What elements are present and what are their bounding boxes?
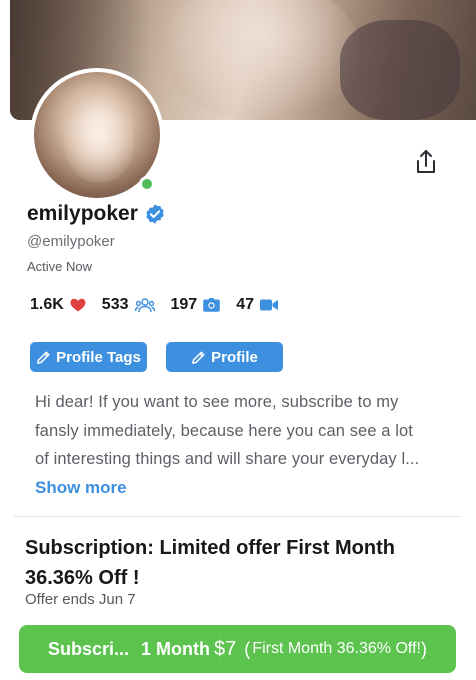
bio-line: of interesting things and will share you… bbox=[35, 450, 420, 468]
likes-count: 1.6K bbox=[30, 296, 64, 313]
profile-button[interactable]: Profile bbox=[166, 342, 283, 372]
photos-count: 197 bbox=[170, 296, 198, 313]
profile-button-label: Profile bbox=[211, 348, 258, 366]
bio-line: Hi dear! If you want to see more, subscr… bbox=[35, 393, 399, 411]
show-more-link[interactable]: Show more bbox=[35, 478, 127, 498]
subscribe-label: Subscri... bbox=[48, 638, 130, 659]
share-button[interactable] bbox=[410, 146, 442, 178]
subscribe-discount: First Month 36.36% Off! bbox=[252, 640, 421, 657]
discount-open-paren: ( bbox=[244, 638, 251, 659]
likes-stat[interactable]: 1.6K bbox=[30, 296, 86, 314]
online-status-dot bbox=[139, 176, 155, 192]
profile-handle: @emilypoker bbox=[27, 233, 115, 250]
video-camera-icon bbox=[260, 299, 278, 311]
heart-icon bbox=[70, 298, 86, 312]
profile-name: emilypoker bbox=[27, 202, 138, 225]
pencil-icon bbox=[192, 351, 205, 364]
followers-count: 533 bbox=[101, 296, 129, 313]
subscribe-price: $7 bbox=[214, 637, 237, 660]
subscribe-duration: 1 Month bbox=[141, 638, 211, 659]
subscribe-button[interactable]: Subscri... 1 Month $7 ( First Month 36.3… bbox=[19, 625, 456, 673]
verified-badge-icon bbox=[146, 204, 164, 224]
offer-expiry: Offer ends Jun 7 bbox=[25, 591, 136, 608]
pencil-icon bbox=[37, 351, 50, 364]
profile-stats: 1.6K 533 197 47 bbox=[30, 296, 294, 314]
divider bbox=[14, 516, 461, 517]
bio-line: fansly immediately, because here you can… bbox=[35, 421, 413, 440]
profile-tags-button[interactable]: Profile Tags bbox=[30, 342, 147, 372]
subscription-title: Subscription: Limited offer First Month … bbox=[25, 537, 395, 589]
profile-bio: Hi dear! If you want to see more, subscr… bbox=[35, 388, 460, 474]
share-icon bbox=[417, 150, 435, 173]
users-icon bbox=[134, 298, 155, 313]
photos-stat[interactable]: 197 bbox=[171, 296, 221, 314]
followers-stat[interactable]: 533 bbox=[102, 296, 155, 314]
discount-close-paren: ) bbox=[420, 638, 427, 659]
videos-count: 47 bbox=[236, 296, 254, 313]
videos-stat[interactable]: 47 bbox=[236, 296, 278, 314]
activity-status: Active Now bbox=[27, 259, 93, 274]
camera-icon bbox=[203, 298, 221, 312]
profile-tags-label: Profile Tags bbox=[56, 348, 141, 366]
